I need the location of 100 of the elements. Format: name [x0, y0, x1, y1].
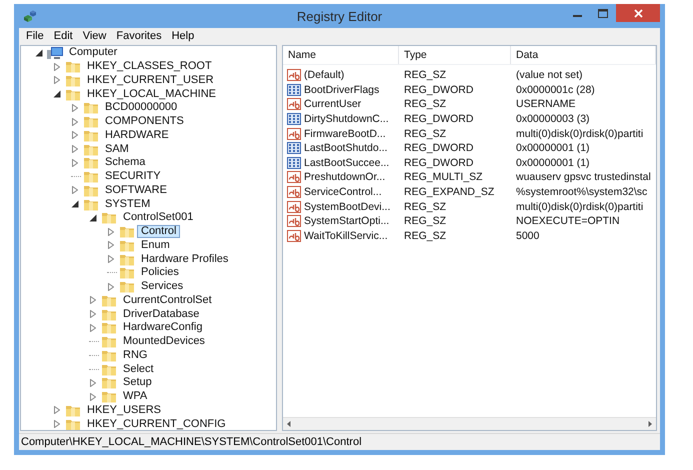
collapsed-arrow-icon[interactable] [90, 392, 96, 401]
tree-item[interactable]: HKEY_CLASSES_ROOT [83, 60, 216, 74]
menu-item[interactable]: View [78, 30, 112, 42]
string-value-icon [287, 128, 301, 140]
collapsed-arrow-icon[interactable] [72, 186, 78, 194]
column-header[interactable]: Type [399, 46, 511, 64]
close-icon [634, 8, 642, 18]
collapsed-arrow-icon[interactable] [72, 131, 78, 140]
folder-icon [65, 74, 81, 87]
tree-item[interactable]: DriverDatabase [119, 308, 204, 321]
value-type: REG_DWORD [403, 84, 474, 96]
minimize-icon [572, 15, 582, 17]
folder-icon [101, 362, 117, 376]
folder-icon [119, 252, 135, 266]
value-data: 0x00000003 (3) [515, 113, 591, 126]
tree-item[interactable]: SAM [101, 142, 133, 156]
value-type: REG_DWORD [403, 142, 474, 154]
expanded-arrow-icon[interactable] [35, 48, 43, 57]
tree-item[interactable]: RNG [119, 348, 152, 362]
folder-icon [83, 184, 99, 197]
expanded-arrow-icon[interactable] [53, 90, 61, 98]
column-header[interactable]: Data [511, 46, 656, 64]
collapsed-arrow-icon[interactable] [54, 62, 60, 71]
folder-icon [101, 390, 117, 404]
collapsed-arrow-icon[interactable] [72, 145, 78, 154]
collapsed-arrow-icon[interactable] [108, 282, 114, 291]
column-header[interactable]: Name [283, 46, 399, 64]
tree-item[interactable]: Select [119, 362, 158, 376]
menu-item[interactable]: Help [166, 30, 200, 42]
folder-icon [65, 418, 81, 430]
folder-icon [119, 238, 135, 252]
string-value-icon [287, 98, 301, 110]
folder-icon [101, 308, 117, 321]
value-name[interactable]: FirmwareBootD... [304, 128, 386, 140]
collapsed-arrow-icon[interactable] [54, 420, 60, 428]
value-name[interactable]: LastBootSuccee... [304, 156, 390, 169]
collapsed-arrow-icon[interactable] [90, 310, 96, 318]
value-type: REG_DWORD [403, 113, 474, 126]
tree-item[interactable]: HARDWARE [101, 128, 173, 142]
value-data: multi(0)disk(0)rdisk(0)partiti [515, 128, 644, 140]
collapsed-arrow-icon[interactable] [108, 241, 114, 250]
tree-item[interactable]: Schema [101, 156, 150, 170]
collapsed-arrow-icon[interactable] [90, 378, 96, 387]
tree-item[interactable]: HKEY_USERS [83, 404, 165, 417]
tree-item[interactable]: MountedDevices [119, 335, 209, 348]
horizontal-scrollbar[interactable] [283, 417, 656, 430]
value-name[interactable]: BootDriverFlags [304, 84, 380, 96]
value-type: REG_SZ [403, 200, 448, 213]
tree-item[interactable]: Hardware Profiles [137, 252, 232, 266]
tree-item[interactable]: Computer [65, 46, 122, 60]
tree-item[interactable]: SOFTWARE [101, 184, 171, 197]
folder-icon [83, 142, 99, 156]
string-value-icon [287, 200, 301, 213]
menu-item[interactable]: Favorites [111, 30, 167, 42]
collapsed-arrow-icon[interactable] [54, 406, 60, 414]
close-button[interactable] [616, 4, 660, 22]
tree-item[interactable]: HKEY_CURRENT_USER [83, 74, 218, 87]
collapsed-arrow-icon[interactable] [72, 158, 78, 167]
menu-item[interactable]: Edit [48, 30, 78, 42]
menu-item[interactable]: File [21, 30, 49, 42]
tree-item[interactable]: COMPONENTS [101, 115, 188, 128]
collapsed-arrow-icon[interactable] [54, 76, 60, 84]
collapsed-arrow-icon[interactable] [90, 324, 96, 332]
tree-item[interactable]: SECURITY [101, 170, 165, 184]
value-name[interactable]: DirtyShutdownC... [304, 113, 389, 126]
folder-icon [83, 128, 99, 142]
collapsed-arrow-icon[interactable] [90, 296, 96, 304]
tree-item[interactable]: Setup [119, 376, 156, 390]
collapsed-arrow-icon[interactable] [72, 118, 78, 126]
value-name[interactable]: (Default) [304, 69, 344, 82]
value-name[interactable]: PreshutdownOr... [304, 171, 386, 184]
folder-icon [101, 335, 117, 348]
folder-icon [83, 156, 99, 170]
tree-item[interactable]: ControlSet001 [119, 211, 198, 224]
tree-item[interactable]: HKEY_LOCAL_MACHINE [83, 88, 220, 101]
tree-item[interactable]: CurrentControlSet [119, 294, 216, 307]
binary-value-icon [287, 156, 301, 169]
collapsed-arrow-icon[interactable] [72, 104, 78, 112]
value-name[interactable]: CurrentUser [304, 98, 362, 110]
collapsed-arrow-icon[interactable] [108, 228, 114, 236]
tree-item[interactable]: HardwareConfig [119, 321, 206, 334]
value-name[interactable]: WaitToKillServic... [304, 230, 388, 242]
tree-item[interactable]: Control [137, 225, 180, 238]
expanded-arrow-icon[interactable] [71, 200, 79, 208]
tree-item[interactable]: SYSTEM [101, 198, 154, 211]
value-data: %systemroot%\system32\sc [515, 186, 648, 198]
tree-item[interactable]: Policies [137, 266, 183, 280]
value-type: REG_SZ [403, 128, 448, 140]
tree-item[interactable]: BCD00000000 [101, 101, 182, 114]
tree-item[interactable]: WPA [119, 390, 152, 404]
tree-item[interactable]: HKEY_CURRENT_CONFIG [83, 418, 230, 430]
value-name[interactable]: SystemStartOpti... [304, 215, 390, 228]
folder-icon [119, 225, 135, 238]
tree-item[interactable]: Services [137, 280, 188, 294]
expanded-arrow-icon[interactable] [89, 214, 97, 222]
value-name[interactable]: SystemBootDevi... [304, 200, 390, 213]
value-name[interactable]: LastBootShutdo... [304, 142, 388, 154]
tree-item[interactable]: Enum [137, 238, 174, 252]
collapsed-arrow-icon[interactable] [108, 255, 114, 264]
value-name[interactable]: ServiceControl... [304, 186, 382, 198]
